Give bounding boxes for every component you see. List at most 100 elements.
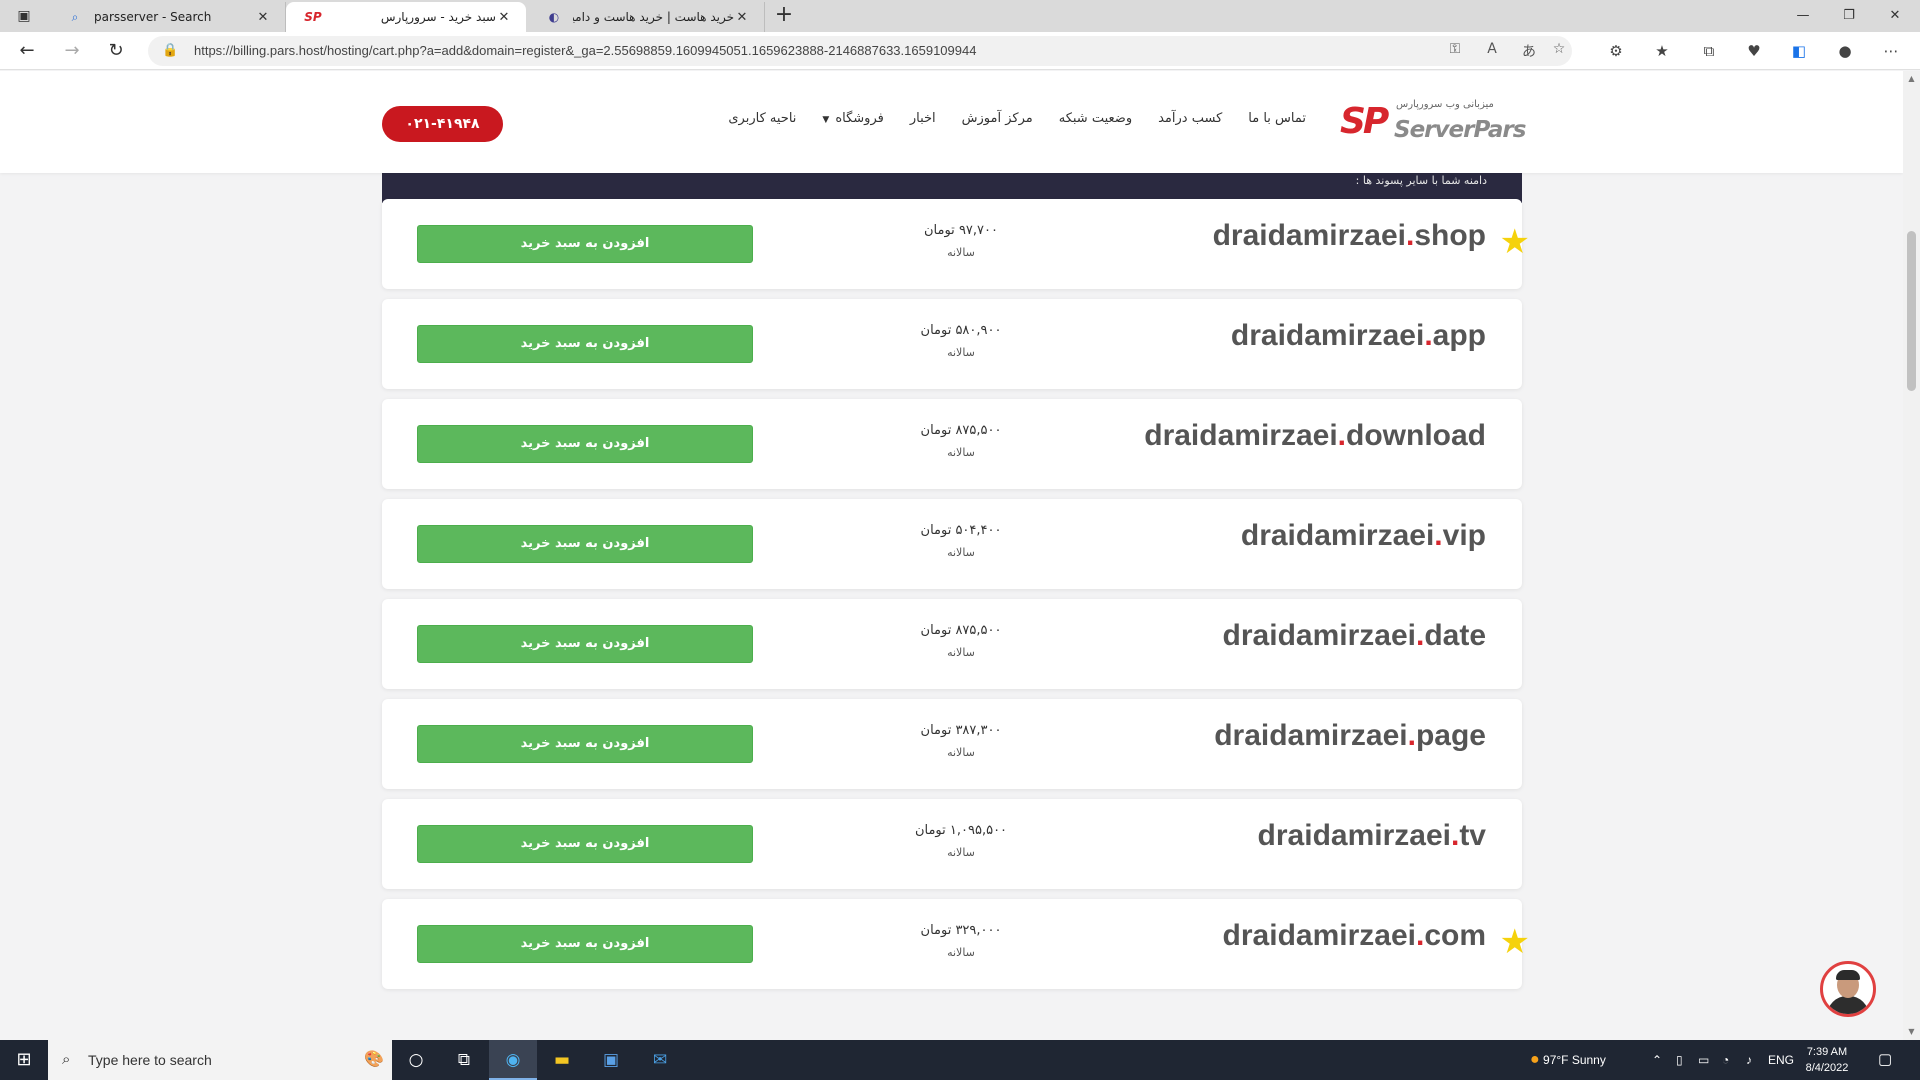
add-to-cart-button[interactable]: افزودن به سبد خرید	[417, 725, 753, 763]
domain-tld: app	[1432, 319, 1486, 352]
add-to-cart-button[interactable]: افزودن به سبد خرید	[417, 225, 753, 263]
wifi-icon[interactable]: ◔	[1722, 1040, 1729, 1080]
tab-search[interactable]: ⌕ parsserver - Search ✕	[48, 2, 286, 32]
tab-actions-icon[interactable]: ▣	[10, 5, 38, 27]
billing-period: سالانه	[947, 846, 975, 859]
scrollbar-thumb[interactable]	[1907, 231, 1916, 391]
billing-period: سالانه	[947, 246, 975, 259]
support-chat-avatar[interactable]	[1820, 961, 1876, 1017]
close-tab-icon[interactable]: ✕	[255, 10, 271, 25]
phone-button[interactable]: ۰۲۱-۴۱۹۴۸	[382, 106, 503, 142]
menu-item-learning[interactable]: مرکز آموزش	[962, 111, 1033, 126]
close-tab-icon[interactable]: ✕	[734, 10, 750, 25]
device-icon[interactable]: ▯	[1676, 1040, 1683, 1080]
add-to-cart-button[interactable]: افزودن به سبد خرید	[417, 825, 753, 863]
network-icon[interactable]: ▭	[1698, 1040, 1709, 1080]
cortana-icon[interactable]: ○	[392, 1040, 440, 1080]
domain-tld: tv	[1459, 819, 1486, 852]
restore-icon[interactable]: ❐	[1826, 0, 1872, 32]
search-icon: ⌕	[71, 9, 79, 24]
chevron-down-icon: ▼	[822, 115, 830, 125]
billing-period: سالانه	[947, 346, 975, 359]
browser-toolbar: ← → ↻ 🔒 https://billing.pars.host/hostin…	[0, 32, 1920, 70]
volume-icon[interactable]: ♪	[1746, 1040, 1752, 1080]
domain-tld: shop	[1414, 219, 1486, 252]
menu-item-shop[interactable]: فروشگاه ▼	[822, 111, 883, 126]
add-to-cart-button[interactable]: افزودن به سبد خرید	[417, 325, 753, 363]
domain-label: draidamirzaei	[1214, 719, 1408, 752]
back-icon[interactable]: ←	[12, 36, 42, 66]
page-viewport: SP میزبانی وب سرورپارس ServerPars ناحیه …	[0, 71, 1903, 1040]
tab-cart[interactable]: SP سبد خرید - سرورپارس ✕	[286, 2, 526, 32]
add-to-cart-button[interactable]: افزودن به سبد خرید	[417, 925, 753, 963]
domain-card: draidamirzaei.download ۸۷۵,۵۰۰ تومان سال…	[382, 399, 1522, 489]
weather-text: 97°F Sunny	[1543, 1053, 1606, 1067]
menu-item-news[interactable]: اخبار	[910, 111, 936, 126]
task-view-icon[interactable]: ⧉	[440, 1040, 488, 1080]
store-icon[interactable]: ▣	[587, 1040, 635, 1080]
domain-name: draidamirzaei.com	[1223, 919, 1486, 953]
add-to-cart-button[interactable]: افزودن به سبد خرید	[417, 425, 753, 463]
favorites-icon[interactable]: ★	[1650, 40, 1674, 62]
file-explorer-icon[interactable]: ▬	[538, 1040, 586, 1080]
taskbar-search-box[interactable]: ⌕ Type here to search 🎨	[48, 1040, 392, 1080]
forward-icon[interactable]: →	[57, 36, 87, 66]
menu-item-earn[interactable]: کسب درآمد	[1158, 111, 1222, 126]
domain-dot: .	[1434, 519, 1443, 552]
domain-card: draidamirzaei.tv ۱,۰۹۵,۵۰۰ تومان سالانه …	[382, 799, 1522, 889]
main-menu: ناحیه کاربری فروشگاه ▼ اخبار مرکز آموزش و…	[728, 111, 1306, 126]
new-tab-button[interactable]: +	[771, 3, 797, 29]
close-window-icon[interactable]: ✕	[1872, 0, 1918, 32]
notifications-icon[interactable]: ▢	[1878, 1040, 1892, 1080]
add-to-cart-button[interactable]: افزودن به سبد خرید	[417, 625, 753, 663]
read-aloud-icon[interactable]: A	[1481, 41, 1503, 57]
edge-bar-icon[interactable]: ◧	[1787, 40, 1811, 62]
scroll-down-icon[interactable]: ▼	[1903, 1024, 1920, 1040]
site-logo[interactable]: SP میزبانی وب سرورپارس ServerPars	[1340, 99, 1526, 147]
scroll-up-icon[interactable]: ▲	[1903, 71, 1920, 87]
menu-item-user-area[interactable]: ناحیه کاربری	[728, 111, 796, 126]
key-icon[interactable]: ⚿	[1444, 41, 1466, 57]
extensions-icon[interactable]: ⚙	[1604, 40, 1628, 62]
more-menu-icon[interactable]: ⋯	[1879, 40, 1903, 62]
mail-icon[interactable]: ✉	[636, 1040, 684, 1080]
domain-price: ۳۸۷,۳۰۰ تومان	[920, 723, 1002, 738]
url-text[interactable]: https://billing.pars.host/hosting/cart.p…	[194, 43, 976, 58]
tab-title: خرید هاست | خرید هاست و دامین	[573, 10, 734, 24]
lock-icon[interactable]: 🔒	[162, 43, 178, 58]
profile-avatar[interactable]: ●	[1833, 40, 1857, 62]
page-scrollbar[interactable]: ▲ ▼	[1903, 71, 1920, 1040]
edge-taskbar-icon[interactable]: ◉	[489, 1040, 537, 1080]
browser-tab-strip: ▣ ⌕ parsserver - Search ✕ SP سبد خرید - …	[0, 0, 1920, 32]
tray-chevron-icon[interactable]: ⌃	[1652, 1040, 1662, 1080]
domain-name: draidamirzaei.shop	[1213, 219, 1486, 253]
billing-period: سالانه	[947, 546, 975, 559]
tab-hosting[interactable]: ◐ خرید هاست | خرید هاست و دامین ✕	[527, 2, 765, 32]
avatar-hair	[1836, 970, 1860, 980]
domain-tld: download	[1346, 419, 1486, 452]
domain-card: draidamirzaei.app ۵۸۰,۹۰۰ تومان سالانه ا…	[382, 299, 1522, 389]
menu-item-contact[interactable]: تماس با ما	[1248, 111, 1306, 126]
taskbar-clock[interactable]: 7:39 AM 8/4/2022	[1792, 1044, 1862, 1076]
add-favorite-icon[interactable]: ☆	[1548, 41, 1570, 57]
domain-name: draidamirzaei.page	[1214, 719, 1486, 753]
site-header: SP میزبانی وب سرورپارس ServerPars ناحیه …	[0, 71, 1903, 173]
weather-widget[interactable]: ● 97°F Sunny	[1530, 1040, 1606, 1080]
domain-suggestion-list: ★ draidamirzaei.shop ۹۷,۷۰۰ تومان سالانه…	[382, 199, 1530, 999]
domain-price: ۱,۰۹۵,۵۰۰ تومان	[914, 823, 1008, 838]
translate-icon[interactable]: あ	[1518, 41, 1540, 61]
add-to-cart-button[interactable]: افزودن به سبد خرید	[417, 525, 753, 563]
close-tab-icon[interactable]: ✕	[496, 10, 512, 25]
billing-period: سالانه	[947, 446, 975, 459]
domain-dot: .	[1337, 419, 1347, 452]
minimize-icon[interactable]: —	[1780, 0, 1826, 32]
language-indicator[interactable]: ENG	[1768, 1040, 1794, 1080]
menu-item-network-status[interactable]: وضعیت شبکه	[1059, 111, 1132, 126]
refresh-icon[interactable]: ↻	[101, 36, 131, 66]
domain-tld: date	[1424, 619, 1486, 652]
collections-icon[interactable]: ⧉	[1697, 40, 1721, 62]
domain-dot: .	[1424, 319, 1433, 352]
windows-start-icon[interactable]: ⊞	[0, 1040, 48, 1080]
address-bar[interactable]: 🔒 https://billing.pars.host/hosting/cart…	[148, 36, 1572, 66]
health-icon[interactable]: ♥	[1742, 40, 1766, 62]
